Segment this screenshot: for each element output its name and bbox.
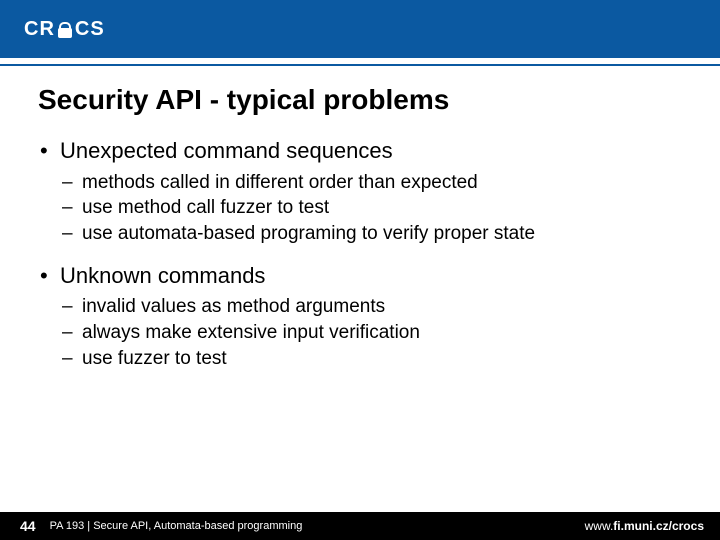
list-item: use method call fuzzer to test [60,195,682,221]
slide-title: Security API - typical problems [38,84,682,116]
list-item: use fuzzer to test [60,346,682,372]
list-item: methods called in different order than e… [60,170,682,196]
page-number: 44 [0,518,50,534]
bullet-text: Unknown commands [60,263,265,288]
sub-bullet-text: invalid values as method arguments [82,296,385,317]
sub-bullet-text: use automata-based programing to verify … [82,223,535,244]
footer-bar: 44 PA 193 | Secure API, Automata-based p… [0,512,720,540]
list-item: Unknown commands invalid values as metho… [38,261,682,372]
list-item: Unexpected command sequences methods cal… [38,136,682,247]
sub-bullet-text: use fuzzer to test [82,348,227,369]
footer-url-main: fi.muni.cz/crocs [613,519,704,533]
sub-bullet-text: methods called in different order than e… [82,172,478,193]
bullet-list: Unexpected command sequences methods cal… [38,136,682,371]
sub-list: methods called in different order than e… [60,170,682,247]
content-area: Security API - typical problems Unexpect… [0,66,720,512]
header-bar: CR CS [0,0,720,58]
slide: CR CS Security API - typical problems Un… [0,0,720,540]
list-item: use automata-based programing to verify … [60,221,682,247]
logo-text-right: CS [75,18,105,41]
bullet-text: Unexpected command sequences [60,138,393,163]
sub-bullet-text: use method call fuzzer to test [82,197,329,218]
footer-text: PA 193 | Secure API, Automata-based prog… [50,520,585,532]
list-item: always make extensive input verification [60,320,682,346]
lock-icon [56,21,74,39]
sub-list: invalid values as method arguments alway… [60,294,682,371]
footer-url-prefix: www. [585,519,614,533]
list-item: invalid values as method arguments [60,294,682,320]
footer-url: www.fi.muni.cz/crocs [585,519,720,533]
sub-bullet-text: always make extensive input verification [82,322,420,343]
logo-text-left: CR [24,18,55,41]
logo: CR CS [24,18,105,41]
